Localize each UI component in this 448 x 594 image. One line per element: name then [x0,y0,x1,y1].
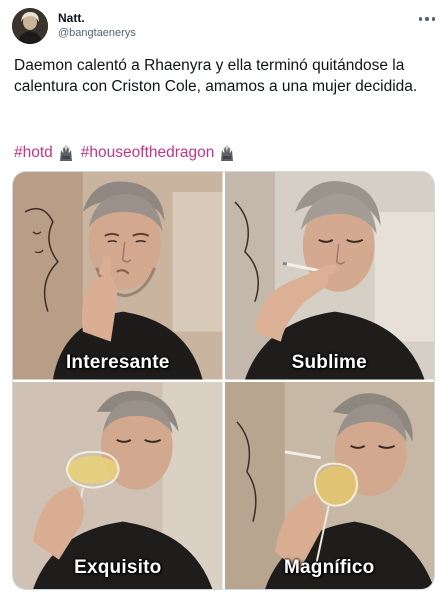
author-handle[interactable]: @bangtaenerys [58,26,136,40]
caption-magnifico: Magnífico [284,557,375,578]
hashtags: #hotd #houseofthedragon [14,143,242,163]
caption-interesante: Interesante [65,351,170,373]
hashtag-houseofthedragon[interactable]: #houseofthedragon [81,143,215,163]
man-thinking-image [13,172,223,380]
tweet-header: Natt. @bangtaenerys [12,8,136,44]
meme-panel-exquisito[interactable]: Exquisito [13,381,223,589]
meme-panel-interesante[interactable]: Interesante [13,172,223,380]
caption-sublime: Sublime [291,351,367,373]
tweet-text: Daemon calentó a Rhaenyra y ella terminó… [14,57,418,95]
hashtag-hotd[interactable]: #hotd [14,143,53,163]
more-horizontal-icon[interactable] [416,12,438,26]
author-name[interactable]: Natt. [58,11,136,26]
media-grid[interactable]: Interesante Sublime Exquisito Magnífico [12,171,435,590]
avatar[interactable] [12,8,48,44]
man-smoking-image [224,172,434,380]
caption-exquisito: Exquisito [74,557,162,578]
meme-panel-magnifico[interactable]: Magnífico [224,381,434,589]
meme-panel-sublime[interactable]: Sublime [224,172,434,380]
iron-throne-icon [59,145,72,161]
iron-throne-icon [221,145,234,161]
